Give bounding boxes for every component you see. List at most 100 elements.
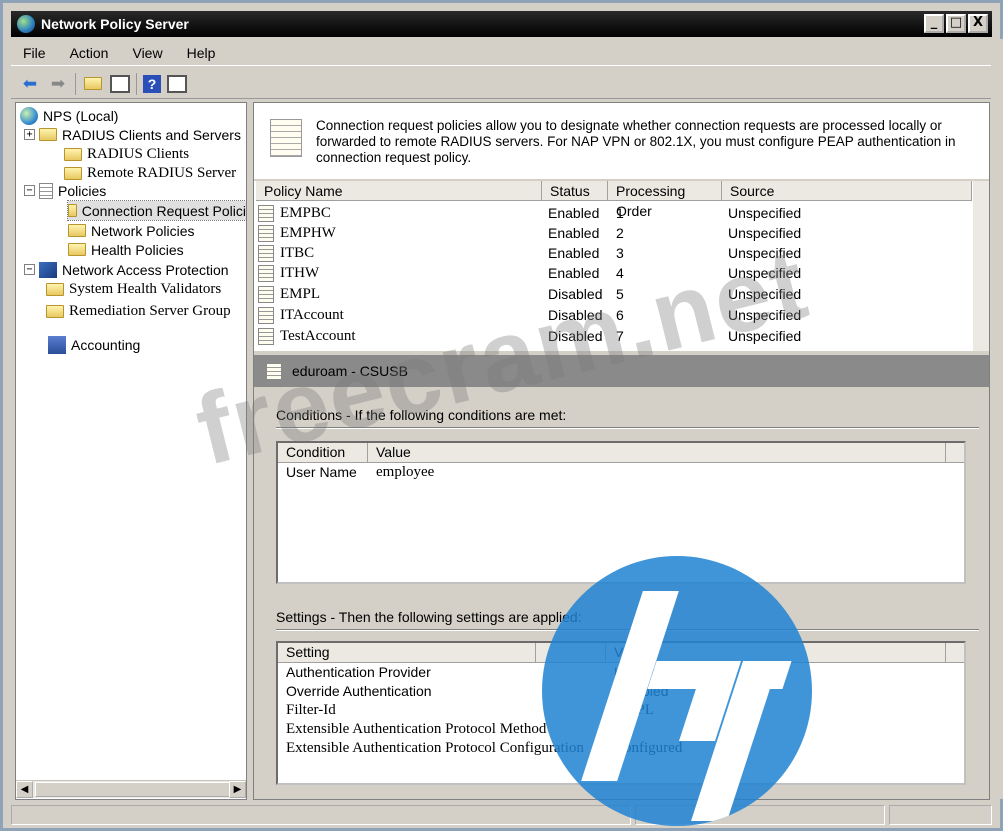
nps-app-icon: [17, 15, 35, 33]
menu-view[interactable]: View: [120, 45, 174, 61]
column-header-source[interactable]: Source: [722, 181, 972, 200]
close-button[interactable]: X: [968, 14, 988, 33]
menu-action[interactable]: Action: [58, 45, 121, 61]
setting-name: Filter-Id: [286, 702, 336, 718]
tree-system-health-validators[interactable]: System Health Validators: [46, 280, 221, 299]
folder-icon: [68, 243, 86, 256]
condition-value: employee: [376, 464, 435, 480]
tree-remediation-server-group[interactable]: Remediation Server Group: [46, 302, 231, 321]
table-row[interactable]: EMPL Disabled 5 Unspecified: [258, 284, 801, 304]
tree-label: Network Policies: [91, 222, 195, 239]
policy-order: 4: [616, 265, 624, 281]
column-header-status[interactable]: Status: [542, 181, 608, 200]
policy-icon: [258, 327, 274, 345]
selected-policy-header: eduroam - CSUSB: [254, 355, 989, 387]
policy-icon: [258, 285, 274, 303]
tree-policies[interactable]: − Policies: [24, 181, 106, 200]
table-row[interactable]: Extensible Authentication Protocol Metho…: [278, 720, 964, 739]
show-console-tree-icon[interactable]: [110, 74, 130, 93]
tree-health-policies[interactable]: Health Policies: [68, 240, 184, 259]
show-action-pane-icon[interactable]: [167, 74, 187, 93]
section-divider: [276, 629, 979, 631]
collapse-icon[interactable]: −: [24, 185, 35, 196]
tree-nps-local[interactable]: NPS (Local): [20, 106, 118, 125]
tree-accounting[interactable]: Accounting: [48, 335, 140, 354]
help-icon[interactable]: ?: [143, 74, 161, 93]
table-row[interactable]: Override Authentication Disabled: [278, 682, 964, 701]
scroll-right-icon[interactable]: ▶: [229, 781, 246, 798]
settings-label: Settings - Then the following settings a…: [276, 609, 582, 625]
setting-value: [606, 720, 614, 739]
section-divider: [276, 427, 979, 429]
setting-name: Extensible Authentication Protocol Confi…: [286, 740, 584, 756]
policy-status: Enabled: [548, 205, 600, 221]
table-row[interactable]: Authentication Provider Local Computer: [278, 663, 964, 682]
policy-name: EMPHW: [280, 224, 336, 241]
policy-source: Unspecified: [728, 245, 802, 261]
forward-arrow-icon[interactable]: ➡: [47, 73, 69, 95]
collapse-icon[interactable]: −: [24, 264, 35, 275]
tree-connection-request-policies[interactable]: Connection Request Polici: [67, 200, 247, 221]
tree-network-policies[interactable]: Network Policies: [68, 221, 194, 240]
setting-value: Configured: [614, 740, 683, 756]
policy-name: ITBC: [280, 244, 315, 261]
maximize-button[interactable]: □: [946, 14, 966, 33]
column-header-value[interactable]: Value: [606, 643, 946, 662]
policy-source: Unspecified: [728, 205, 802, 221]
tree-horizontal-scrollbar[interactable]: ◀ ▶: [16, 780, 246, 798]
scroll-left-icon[interactable]: ◀: [16, 781, 33, 798]
back-arrow-icon[interactable]: ⬅: [19, 73, 41, 95]
table-row[interactable]: ITBC Enabled 3 Unspecified: [258, 243, 801, 263]
tree-label: NPS (Local): [43, 107, 119, 124]
table-row[interactable]: User Name employee: [278, 463, 964, 482]
column-header-condition[interactable]: Condition: [278, 443, 368, 462]
scroll-thumb[interactable]: [35, 782, 235, 797]
tree-network-access-protection[interactable]: − Network Access Protection: [24, 260, 229, 279]
tree-label: RADIUS Clients and Servers: [62, 126, 241, 143]
policies-vertical-scrollbar[interactable]: [973, 181, 989, 351]
globe-icon: [20, 106, 38, 125]
conditions-table: Condition Value User Name employee: [276, 441, 966, 584]
setting-name: Override Authentication: [286, 683, 432, 699]
column-header-policy-name[interactable]: Policy Name: [256, 181, 542, 200]
policy-order: 2: [616, 225, 624, 241]
menu-file[interactable]: File: [11, 45, 58, 61]
conditions-label: Conditions - If the following conditions…: [276, 407, 567, 423]
policy-icon: [266, 362, 282, 380]
tree-label: Accounting: [71, 336, 141, 353]
setting-name: Authentication Provider: [286, 664, 431, 680]
setting-value: Disabled: [614, 683, 669, 699]
title-bar: Network Policy Server _ □ X: [11, 11, 992, 37]
toolbar-separator: [75, 72, 76, 95]
policies-icon: [39, 182, 53, 199]
policy-order: 3: [616, 245, 624, 261]
policy-order: 6: [616, 307, 624, 323]
minimize-button[interactable]: _: [924, 14, 944, 33]
table-row[interactable]: ITHW Enabled 4 Unspecified: [258, 263, 801, 283]
policy-icon: [258, 244, 274, 262]
policy-source: Unspecified: [728, 225, 802, 241]
column-header-value[interactable]: Value: [368, 443, 946, 462]
tree-radius-clients[interactable]: RADIUS Clients: [64, 145, 189, 164]
table-row[interactable]: TestAccount Disabled 7 Unspecified: [258, 326, 801, 346]
table-row[interactable]: Filter-Id EMPL: [278, 701, 964, 720]
table-row[interactable]: ITAccount Disabled 6 Unspecified: [258, 305, 801, 325]
menu-help[interactable]: Help: [175, 45, 228, 61]
table-row[interactable]: EMPHW Enabled 2 Unspecified: [258, 223, 801, 243]
policy-status: Disabled: [548, 286, 603, 302]
policy-source: Unspecified: [728, 286, 802, 302]
expand-icon[interactable]: +: [24, 129, 35, 140]
table-row[interactable]: EMPBC Enabled 1 Unspecified: [258, 203, 801, 223]
toolbar: ⬅ ➡ ?: [11, 69, 992, 99]
status-panel: [11, 805, 631, 825]
policy-name: EMPBC: [280, 204, 331, 221]
tree-radius-clients-servers[interactable]: + RADIUS Clients and Servers: [24, 125, 241, 144]
policy-order: 5: [616, 286, 624, 302]
column-header-spacer: [536, 643, 606, 662]
column-header-processing-order[interactable]: Processing Order: [608, 181, 722, 219]
setting-value: EMPL: [614, 702, 655, 718]
up-folder-icon[interactable]: [82, 73, 104, 95]
policy-source: Unspecified: [728, 307, 802, 323]
column-header-setting[interactable]: Setting: [278, 643, 536, 662]
table-row[interactable]: Extensible Authentication Protocol Confi…: [278, 739, 964, 758]
